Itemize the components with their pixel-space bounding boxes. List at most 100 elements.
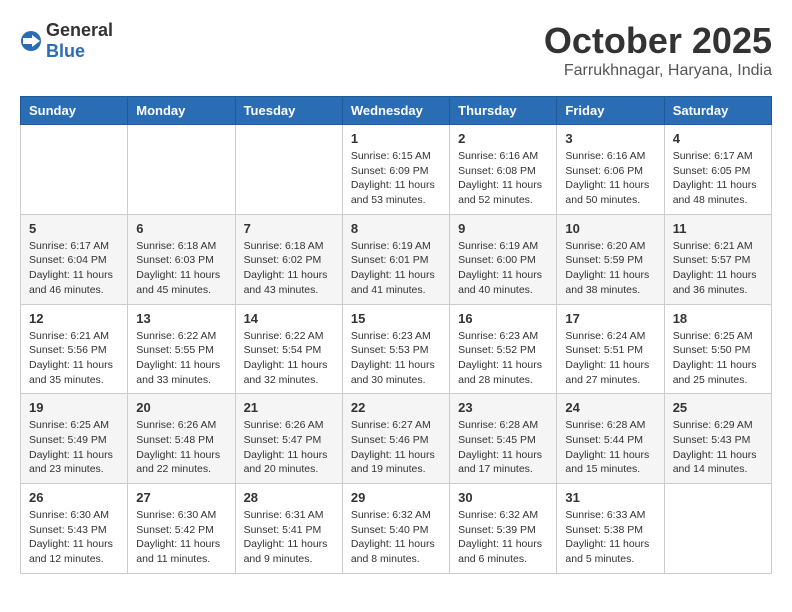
day-number: 12 — [29, 311, 119, 326]
weekday-header-cell: Saturday — [664, 97, 771, 125]
calendar-day-cell — [128, 125, 235, 215]
day-number: 25 — [673, 400, 763, 415]
day-number: 24 — [565, 400, 655, 415]
day-number: 27 — [136, 490, 226, 505]
calendar-week-row: 12 Sunrise: 6:21 AM Sunset: 5:56 PM Dayli… — [21, 304, 772, 394]
day-info: Sunrise: 6:15 AM Sunset: 6:09 PM Dayligh… — [351, 149, 441, 208]
calendar-day-cell: 13 Sunrise: 6:22 AM Sunset: 5:55 PM Dayli… — [128, 304, 235, 394]
day-info: Sunrise: 6:26 AM Sunset: 5:48 PM Dayligh… — [136, 418, 226, 477]
weekday-header-cell: Sunday — [21, 97, 128, 125]
day-info: Sunrise: 6:21 AM Sunset: 5:56 PM Dayligh… — [29, 329, 119, 388]
day-number: 10 — [565, 221, 655, 236]
day-info: Sunrise: 6:18 AM Sunset: 6:03 PM Dayligh… — [136, 239, 226, 298]
calendar-week-row: 5 Sunrise: 6:17 AM Sunset: 6:04 PM Daylig… — [21, 214, 772, 304]
day-number: 2 — [458, 131, 548, 146]
day-number: 5 — [29, 221, 119, 236]
day-info: Sunrise: 6:20 AM Sunset: 5:59 PM Dayligh… — [565, 239, 655, 298]
day-info: Sunrise: 6:29 AM Sunset: 5:43 PM Dayligh… — [673, 418, 763, 477]
calendar-day-cell: 7Sunrise: 6:18 AM Sunset: 6:02 PM Daylig… — [235, 214, 342, 304]
day-number: 20 — [136, 400, 226, 415]
day-info: Sunrise: 6:28 AM Sunset: 5:45 PM Dayligh… — [458, 418, 548, 477]
day-number: 21 — [244, 400, 334, 415]
day-number: 16 — [458, 311, 548, 326]
location: Farrukhnagar, Haryana, India — [544, 62, 772, 80]
day-number: 17 — [565, 311, 655, 326]
calendar-day-cell — [235, 125, 342, 215]
calendar-week-row: 19Sunrise: 6:25 AM Sunset: 5:49 PM Dayli… — [21, 394, 772, 484]
day-info: Sunrise: 6:19 AM Sunset: 6:00 PM Dayligh… — [458, 239, 548, 298]
day-info: Sunrise: 6:22 AM Sunset: 5:54 PM Dayligh… — [244, 329, 334, 388]
calendar-day-cell: 16Sunrise: 6:23 AM Sunset: 5:52 PM Dayli… — [450, 304, 557, 394]
calendar-day-cell: 21 Sunrise: 6:26 AM Sunset: 5:47 PM Dayli… — [235, 394, 342, 484]
calendar-day-cell — [21, 125, 128, 215]
day-info: Sunrise: 6:31 AM Sunset: 5:41 PM Dayligh… — [244, 508, 334, 567]
calendar-day-cell — [664, 484, 771, 574]
day-info: Sunrise: 6:24 AM Sunset: 5:51 PM Dayligh… — [565, 329, 655, 388]
day-info: Sunrise: 6:17 AM Sunset: 6:05 PM Dayligh… — [673, 149, 763, 208]
weekday-header-cell: Tuesday — [235, 97, 342, 125]
day-number: 4 — [673, 131, 763, 146]
weekday-header-row: SundayMondayTuesdayWednesdayThursdayFrid… — [21, 97, 772, 125]
day-number: 29 — [351, 490, 441, 505]
calendar-day-cell: 24 Sunrise: 6:28 AM Sunset: 5:44 PM Dayli… — [557, 394, 664, 484]
calendar-day-cell: 11Sunrise: 6:21 AM Sunset: 5:57 PM Dayli… — [664, 214, 771, 304]
day-info: Sunrise: 6:26 AM Sunset: 5:47 PM Dayligh… — [244, 418, 334, 477]
calendar-day-cell: 12 Sunrise: 6:21 AM Sunset: 5:56 PM Dayli… — [21, 304, 128, 394]
calendar-day-cell: 1 Sunrise: 6:15 AM Sunset: 6:09 PM Daylig… — [342, 125, 449, 215]
day-number: 15 — [351, 311, 441, 326]
calendar-day-cell: 31Sunrise: 6:33 AM Sunset: 5:38 PM Dayli… — [557, 484, 664, 574]
calendar-day-cell: 27Sunrise: 6:30 AM Sunset: 5:42 PM Dayli… — [128, 484, 235, 574]
calendar-day-cell: 22Sunrise: 6:27 AM Sunset: 5:46 PM Dayli… — [342, 394, 449, 484]
weekday-header-cell: Monday — [128, 97, 235, 125]
calendar-day-cell: 26 Sunrise: 6:30 AM Sunset: 5:43 PM Dayli… — [21, 484, 128, 574]
day-info: Sunrise: 6:22 AM Sunset: 5:55 PM Dayligh… — [136, 329, 226, 388]
day-info: Sunrise: 6:21 AM Sunset: 5:57 PM Dayligh… — [673, 239, 763, 298]
day-info: Sunrise: 6:18 AM Sunset: 6:02 PM Dayligh… — [244, 239, 334, 298]
day-number: 8 — [351, 221, 441, 236]
title-block: October 2025 Farrukhnagar, Haryana, Indi… — [544, 20, 772, 80]
day-info: Sunrise: 6:19 AM Sunset: 6:01 PM Dayligh… — [351, 239, 441, 298]
day-info: Sunrise: 6:16 AM Sunset: 6:08 PM Dayligh… — [458, 149, 548, 208]
calendar-day-cell: 20 Sunrise: 6:26 AM Sunset: 5:48 PM Dayli… — [128, 394, 235, 484]
day-number: 3 — [565, 131, 655, 146]
logo-blue: Blue — [46, 41, 85, 61]
month-title: October 2025 — [544, 20, 772, 62]
day-number: 1 — [351, 131, 441, 146]
calendar-day-cell: 19Sunrise: 6:25 AM Sunset: 5:49 PM Dayli… — [21, 394, 128, 484]
calendar-day-cell: 2 Sunrise: 6:16 AM Sunset: 6:08 PM Daylig… — [450, 125, 557, 215]
day-info: Sunrise: 6:32 AM Sunset: 5:39 PM Dayligh… — [458, 508, 548, 567]
logo-general: General — [46, 20, 113, 40]
calendar-day-cell: 15Sunrise: 6:23 AM Sunset: 5:53 PM Dayli… — [342, 304, 449, 394]
calendar-week-row: 1 Sunrise: 6:15 AM Sunset: 6:09 PM Daylig… — [21, 125, 772, 215]
day-number: 13 — [136, 311, 226, 326]
calendar-day-cell: 18 Sunrise: 6:25 AM Sunset: 5:50 PM Dayli… — [664, 304, 771, 394]
calendar-day-cell: 29 Sunrise: 6:32 AM Sunset: 5:40 PM Dayli… — [342, 484, 449, 574]
day-number: 23 — [458, 400, 548, 415]
logo-icon — [20, 30, 42, 52]
day-number: 31 — [565, 490, 655, 505]
day-info: Sunrise: 6:30 AM Sunset: 5:43 PM Dayligh… — [29, 508, 119, 567]
calendar-day-cell: 14 Sunrise: 6:22 AM Sunset: 5:54 PM Dayli… — [235, 304, 342, 394]
calendar-day-cell: 28Sunrise: 6:31 AM Sunset: 5:41 PM Dayli… — [235, 484, 342, 574]
calendar-day-cell: 5 Sunrise: 6:17 AM Sunset: 6:04 PM Daylig… — [21, 214, 128, 304]
calendar-day-cell: 4 Sunrise: 6:17 AM Sunset: 6:05 PM Daylig… — [664, 125, 771, 215]
day-number: 22 — [351, 400, 441, 415]
page-header: General Blue October 2025 Farrukhnagar, … — [20, 20, 772, 80]
day-info: Sunrise: 6:17 AM Sunset: 6:04 PM Dayligh… — [29, 239, 119, 298]
calendar-day-cell: 17 Sunrise: 6:24 AM Sunset: 5:51 PM Dayli… — [557, 304, 664, 394]
logo: General Blue — [20, 20, 113, 62]
day-info: Sunrise: 6:28 AM Sunset: 5:44 PM Dayligh… — [565, 418, 655, 477]
calendar-day-cell: 25 Sunrise: 6:29 AM Sunset: 5:43 PM Dayli… — [664, 394, 771, 484]
weekday-header-cell: Friday — [557, 97, 664, 125]
day-info: Sunrise: 6:32 AM Sunset: 5:40 PM Dayligh… — [351, 508, 441, 567]
calendar-day-cell: 8 Sunrise: 6:19 AM Sunset: 6:01 PM Daylig… — [342, 214, 449, 304]
day-number: 26 — [29, 490, 119, 505]
calendar-day-cell: 6 Sunrise: 6:18 AM Sunset: 6:03 PM Daylig… — [128, 214, 235, 304]
day-number: 18 — [673, 311, 763, 326]
day-number: 9 — [458, 221, 548, 236]
day-number: 6 — [136, 221, 226, 236]
day-info: Sunrise: 6:25 AM Sunset: 5:50 PM Dayligh… — [673, 329, 763, 388]
calendar-body: 1 Sunrise: 6:15 AM Sunset: 6:09 PM Daylig… — [21, 125, 772, 574]
calendar-table: SundayMondayTuesdayWednesdayThursdayFrid… — [20, 96, 772, 574]
day-number: 14 — [244, 311, 334, 326]
